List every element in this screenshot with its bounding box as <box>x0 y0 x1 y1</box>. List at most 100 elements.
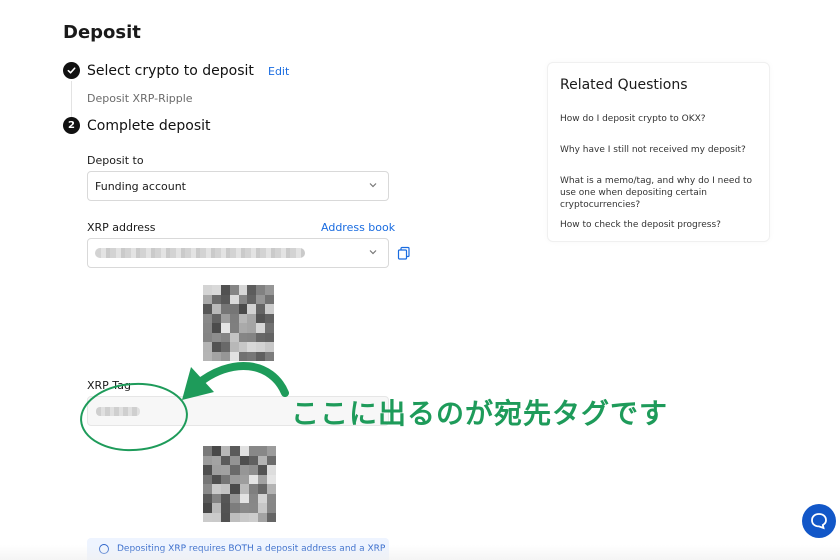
qr-cell <box>203 294 212 304</box>
qr-cell <box>211 342 221 352</box>
qr-cell <box>230 465 240 475</box>
qr-cell <box>203 465 213 475</box>
qr-cell <box>239 493 249 503</box>
qr-cell <box>265 304 274 314</box>
qr-cell <box>266 474 276 484</box>
qr-cell <box>203 512 213 522</box>
qr-cell <box>248 493 258 503</box>
qr-cell <box>230 474 240 484</box>
qr-cell <box>239 474 249 484</box>
qr-cell <box>229 294 239 304</box>
chat-icon <box>811 513 827 530</box>
deposit-to-select[interactable]: Funding account <box>87 171 389 201</box>
qr-cell <box>211 294 221 304</box>
qr-cell <box>266 484 276 494</box>
qr-cell <box>248 446 258 456</box>
qr-cell <box>230 455 240 465</box>
xrp-tag-label: XRP Tag <box>87 379 131 392</box>
chat-support-button[interactable] <box>802 504 836 538</box>
xrp-address-select[interactable] <box>87 238 389 268</box>
qr-cell <box>239 512 249 522</box>
address-qr-code <box>203 285 274 361</box>
qr-cell <box>221 446 231 456</box>
qr-cell <box>248 465 258 475</box>
qr-cell <box>211 304 221 314</box>
related-question-link[interactable]: Why have I still not received my deposit… <box>560 144 760 156</box>
qr-cell <box>248 512 258 522</box>
qr-cell <box>257 465 267 475</box>
qr-cell <box>211 285 221 295</box>
qr-cell <box>230 446 240 456</box>
qr-cell <box>221 465 231 475</box>
qr-cell <box>203 323 212 333</box>
qr-cell <box>203 446 213 456</box>
qr-cell <box>256 323 266 333</box>
qr-cell <box>212 512 222 522</box>
qr-cell <box>238 294 248 304</box>
qr-cell <box>220 323 230 333</box>
qr-cell <box>257 484 267 494</box>
chevron-down-icon <box>369 183 377 188</box>
qr-cell <box>221 493 231 503</box>
qr-cell <box>256 342 266 352</box>
qr-cell <box>212 493 222 503</box>
related-question-link[interactable]: What is a memo/tag, and why do I need to… <box>560 175 760 211</box>
qr-cell <box>248 503 258 513</box>
qr-cell <box>248 474 258 484</box>
qr-cell <box>238 332 248 342</box>
qr-cell <box>220 294 230 304</box>
qr-cell <box>203 342 212 352</box>
qr-cell <box>247 313 257 323</box>
qr-cell <box>265 332 274 342</box>
qr-cell <box>265 323 274 333</box>
qr-cell <box>239 465 249 475</box>
qr-cell <box>221 484 231 494</box>
notice-text: Depositing XRP requires BOTH a deposit a… <box>117 544 386 554</box>
qr-cell <box>248 455 258 465</box>
check-circle-icon <box>63 62 80 79</box>
qr-cell <box>212 503 222 513</box>
qr-cell <box>256 351 266 361</box>
qr-cell <box>247 351 257 361</box>
related-question-link[interactable]: How to check the deposit progress? <box>560 219 760 231</box>
annotation-text: ここに出るのが宛先タグです <box>291 397 669 430</box>
qr-cell <box>257 493 267 503</box>
qr-cell <box>238 351 248 361</box>
qr-cell <box>220 304 230 314</box>
qr-cell <box>257 503 267 513</box>
related-questions-title: Related Questions <box>560 77 688 93</box>
step-connector <box>71 81 72 117</box>
info-icon <box>99 544 109 554</box>
qr-cell <box>265 313 274 323</box>
qr-cell <box>230 512 240 522</box>
qr-cell <box>256 332 266 342</box>
qr-cell <box>247 332 257 342</box>
step-complete-deposit: 2 Complete deposit <box>63 117 211 134</box>
chevron-down-icon <box>369 250 377 255</box>
qr-cell <box>266 446 276 456</box>
qr-cell <box>257 455 267 465</box>
edit-link[interactable]: Edit <box>268 65 289 78</box>
qr-cell <box>221 474 231 484</box>
deposit-to-label: Deposit to <box>87 154 144 167</box>
related-question-link[interactable]: How do I deposit crypto to OKX? <box>560 113 760 125</box>
qr-cell <box>203 304 212 314</box>
qr-cell <box>211 323 221 333</box>
deposit-to-value: Funding account <box>95 179 186 193</box>
qr-cell <box>212 465 222 475</box>
blurred-tag <box>96 407 140 416</box>
qr-cell <box>256 285 266 295</box>
qr-cell <box>238 342 248 352</box>
qr-cell <box>256 313 266 323</box>
address-book-link[interactable]: Address book <box>321 221 395 234</box>
qr-cell <box>257 474 267 484</box>
copy-icon[interactable] <box>397 246 411 260</box>
annotation-arrow <box>191 362 289 397</box>
qr-cell <box>203 493 213 503</box>
qr-cell <box>230 503 240 513</box>
qr-cell <box>229 342 239 352</box>
qr-cell <box>229 332 239 342</box>
qr-cell <box>247 294 257 304</box>
qr-cell <box>203 285 212 295</box>
qr-cell <box>203 503 213 513</box>
